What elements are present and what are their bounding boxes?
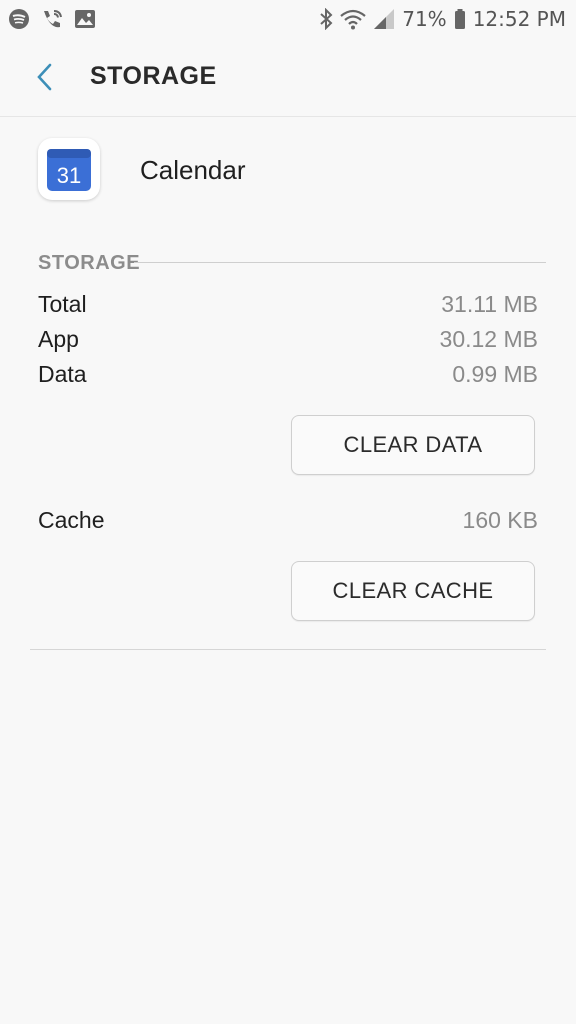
app-name: Calendar [140, 155, 246, 185]
storage-row-value: 0.99 MB [452, 360, 538, 387]
status-right-icons: 71% 12:52 PM [319, 7, 576, 31]
storage-row-label: Data [38, 360, 87, 387]
cache-label: Cache [38, 506, 105, 533]
image-icon [74, 9, 96, 29]
cache-value: 160 KB [462, 506, 538, 533]
storage-section-header: STORAGE [38, 250, 548, 278]
app-bar: STORAGE [0, 38, 576, 117]
section-divider [134, 262, 546, 263]
cache-row: Cache 160 KB [38, 504, 538, 536]
clear-data-button[interactable]: CLEAR DATA [291, 415, 535, 475]
wifi-icon [340, 8, 366, 30]
battery-percent: 71% [402, 7, 447, 31]
calendar-icon-day: 31 [57, 163, 81, 188]
clock: 12:52 PM [472, 7, 566, 31]
back-button[interactable] [28, 60, 62, 94]
bluetooth-icon [319, 8, 333, 30]
status-bar: 71% 12:52 PM [0, 0, 576, 38]
wifi-calling-icon [40, 8, 64, 30]
storage-row-total: Total 31.11 MB [38, 288, 538, 320]
section-label: STORAGE [38, 252, 141, 274]
storage-row-app: App 30.12 MB [38, 323, 538, 355]
storage-row-label: Total [38, 290, 87, 317]
battery-icon [454, 8, 466, 30]
storage-row-label: App [38, 325, 79, 352]
spotify-icon [8, 8, 30, 30]
page-title: STORAGE [90, 62, 217, 90]
status-left-icons [0, 8, 96, 30]
storage-row-data: Data 0.99 MB [38, 358, 538, 390]
app-info-row: 31 Calendar [38, 138, 538, 202]
content-divider [30, 649, 546, 650]
storage-row-value: 31.11 MB [441, 290, 538, 317]
clear-cache-button[interactable]: CLEAR CACHE [291, 561, 535, 621]
storage-row-value: 30.12 MB [439, 325, 538, 352]
signal-icon [373, 8, 395, 30]
back-arrow-icon [37, 63, 52, 91]
calendar-app-icon: 31 [38, 138, 100, 200]
